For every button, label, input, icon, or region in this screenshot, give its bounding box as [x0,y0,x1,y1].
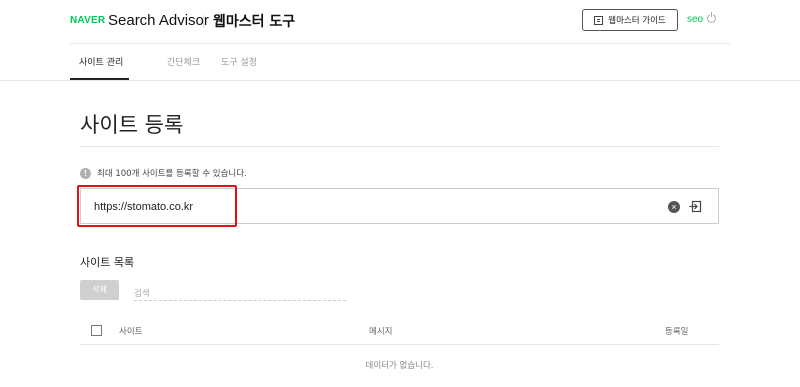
column-header-date[interactable]: 등록일 [665,325,688,337]
webmaster-guide-label: 웹마스터 가이드 [608,16,666,26]
main-content: 사이트 등록 ! 최대 100개 사이트를 등록할 수 있습니다. × 사이트 … [0,80,800,387]
tab-quick-check[interactable]: 간단체크 [167,55,200,68]
app-title[interactable]: Search Advisor [108,12,209,29]
info-text: 최대 100개 사이트를 등록할 수 있습니다. [97,169,247,179]
tab-site-management[interactable]: 사이트 관리 [79,55,123,68]
highlight-annotation-box [77,185,237,227]
column-header-site[interactable]: 사이트 [119,325,142,337]
naver-logo[interactable]: NAVER [70,15,105,26]
title-divider-line [80,146,719,147]
empty-table-message: 데이터가 없습니다. [365,361,434,371]
delete-button[interactable]: 삭제 [80,280,119,300]
site-search-field [134,281,346,303]
power-icon[interactable] [707,12,716,23]
clear-icon[interactable]: × [668,201,680,213]
select-all-checkbox[interactable] [91,325,102,336]
submit-icon[interactable] [689,200,702,213]
user-id[interactable]: seo [687,14,703,25]
site-list-title: 사이트 목록 [80,256,135,269]
page-title: 사이트 등록 [80,113,184,137]
site-table-header: 사이트 메시지 등록일 [80,321,719,345]
info-notice: ! 최대 100개 사이트를 등록할 수 있습니다. [80,167,247,179]
title-divider [203,15,204,28]
site-search-input[interactable] [134,285,334,303]
header-top-bar: NAVER Search Advisor 웹마스터 도구 웹마스터 가이드 se… [70,0,730,44]
tab-tool-settings[interactable]: 도구 설정 [221,55,257,68]
header: NAVER Search Advisor 웹마스터 도구 웹마스터 가이드 se… [0,0,800,80]
webmaster-guide-button[interactable]: 웹마스터 가이드 [582,9,678,31]
column-header-message[interactable]: 메시지 [369,325,392,337]
document-icon [594,15,604,25]
app-subtitle[interactable]: 웹마스터 도구 [213,11,295,31]
info-icon: ! [80,167,91,179]
